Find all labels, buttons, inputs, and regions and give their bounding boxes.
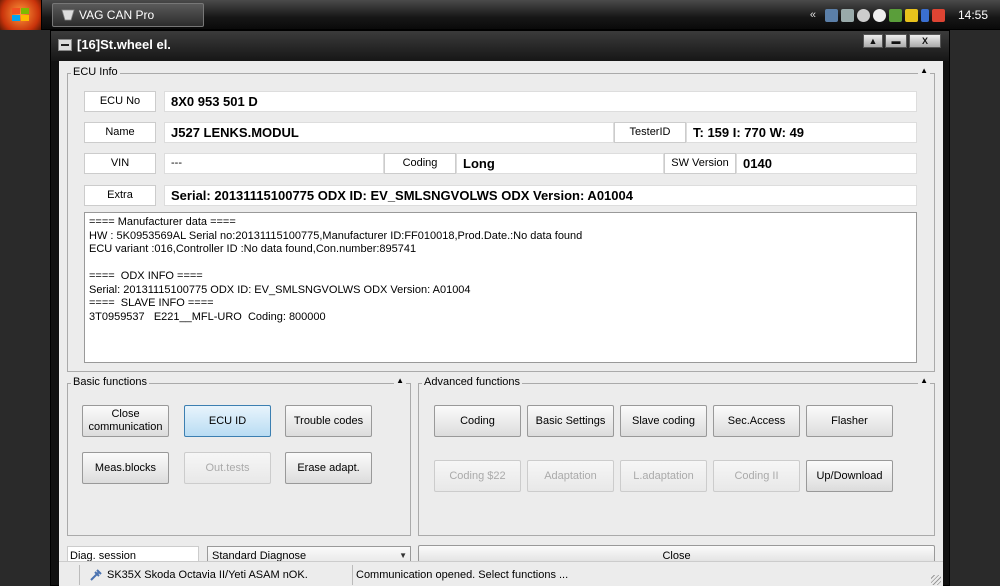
taskbar-app-button[interactable]: VAG CAN Pro [52, 3, 204, 27]
minimize-icon[interactable]: ▬ [885, 34, 907, 48]
ecu-info-group: ECU Info ▲ ECU No 8X0 953 501 D Name J52… [67, 66, 935, 372]
tester-id-label: TesterID [614, 122, 686, 143]
antivirus-icon[interactable] [856, 8, 870, 22]
vin-label: VIN [84, 153, 156, 174]
name-label: Name [84, 122, 156, 143]
update-icon[interactable] [904, 8, 918, 22]
start-button[interactable] [0, 0, 42, 30]
extra-label: Extra [84, 185, 156, 206]
tester-id-value: T: 159 I: 770 W: 49 [686, 122, 917, 143]
ecu-id-button[interactable]: ECU ID [184, 405, 271, 437]
app-icon[interactable] [888, 8, 902, 22]
status-message: Communication opened. Select functions .… [356, 569, 569, 581]
windows-logo-icon [12, 8, 29, 21]
app-window: [16]St.wheel el. ▲ ▬ X ECU Info ▲ ECU No… [50, 30, 950, 586]
status-bar: SK35X Skoda Octavia II/Yeti ASAM nOK. Co… [59, 561, 943, 586]
ecu-info-title: ECU Info [71, 66, 120, 78]
coding-22-button[interactable]: Coding $22 [434, 460, 521, 492]
system-tray: « 14:55 [810, 0, 1000, 30]
advanced-functions-title: Advanced functions [422, 376, 523, 388]
battery-icon[interactable] [920, 8, 929, 22]
sw-version-label: SW Version [664, 153, 736, 174]
erase-adapt-button[interactable]: Erase adapt. [285, 452, 372, 484]
system-menu-icon[interactable] [58, 39, 72, 51]
flag-icon[interactable] [931, 8, 945, 22]
taskbar: VAG CAN Pro « 14:55 [0, 0, 1000, 30]
window-client-area: ECU Info ▲ ECU No 8X0 953 501 D Name J52… [59, 61, 943, 586]
window-title: [16]St.wheel el. [77, 37, 171, 52]
ecu-no-value: 8X0 953 501 D [164, 91, 917, 112]
network-icon[interactable] [824, 8, 838, 22]
meas-blocks-button[interactable]: Meas.blocks [82, 452, 169, 484]
resize-grip-icon[interactable] [931, 575, 941, 585]
coding-label: Coding [384, 153, 456, 174]
coding-button[interactable]: Coding [434, 405, 521, 437]
connection-plug-icon [90, 569, 102, 581]
taskbar-app-label: VAG CAN Pro [79, 8, 155, 22]
collapse-icon[interactable]: ▲ [918, 66, 930, 75]
volume-icon[interactable] [840, 8, 854, 22]
close-icon[interactable]: X [909, 34, 941, 48]
clock[interactable]: 14:55 [958, 8, 988, 22]
trouble-codes-button[interactable]: Trouble codes [285, 405, 372, 437]
status-vehicle: SK35X Skoda Octavia II/Yeti ASAM nOK. [107, 569, 308, 581]
collapse-icon[interactable]: ▲ [394, 376, 406, 385]
ecu-details-textarea[interactable]: ==== Manufacturer data ==== HW : 5K09535… [84, 212, 917, 363]
vag-app-icon [61, 9, 75, 21]
adaptation-button[interactable]: Adaptation [527, 460, 614, 492]
basic-functions-title: Basic functions [71, 376, 149, 388]
basic-settings-button[interactable]: Basic Settings [527, 405, 614, 437]
collapse-icon[interactable]: ▲ [918, 376, 930, 385]
slave-coding-button[interactable]: Slave coding [620, 405, 707, 437]
close-communication-button[interactable]: Close communication [82, 405, 169, 437]
flasher-button[interactable]: Flasher [806, 405, 893, 437]
basic-functions-group: Basic functions ▲ Close communication EC… [67, 376, 411, 536]
scroll-up-icon[interactable]: ▲ [863, 34, 883, 48]
tray-expand-icon[interactable]: « [810, 9, 816, 21]
ecu-no-label: ECU No [84, 91, 156, 112]
vin-value: --- [164, 153, 384, 174]
sec-access-button[interactable]: Sec.Access [713, 405, 800, 437]
l-adaptation-button[interactable]: L.adaptation [620, 460, 707, 492]
sw-version-value: 0140 [736, 153, 917, 174]
out-tests-button[interactable]: Out.tests [184, 452, 271, 484]
power-icon[interactable] [872, 8, 886, 22]
coding-value: Long [456, 153, 664, 174]
extra-value: Serial: 20131115100775 ODX ID: EV_SMLSNG… [164, 185, 917, 206]
name-value: J527 LENKS.MODUL [164, 122, 614, 143]
coding-ii-button[interactable]: Coding II [713, 460, 800, 492]
advanced-functions-group: Advanced functions ▲ Coding Basic Settin… [418, 376, 935, 536]
window-titlebar[interactable]: [16]St.wheel el. ▲ ▬ X [51, 31, 949, 61]
up-download-button[interactable]: Up/Download [806, 460, 893, 492]
